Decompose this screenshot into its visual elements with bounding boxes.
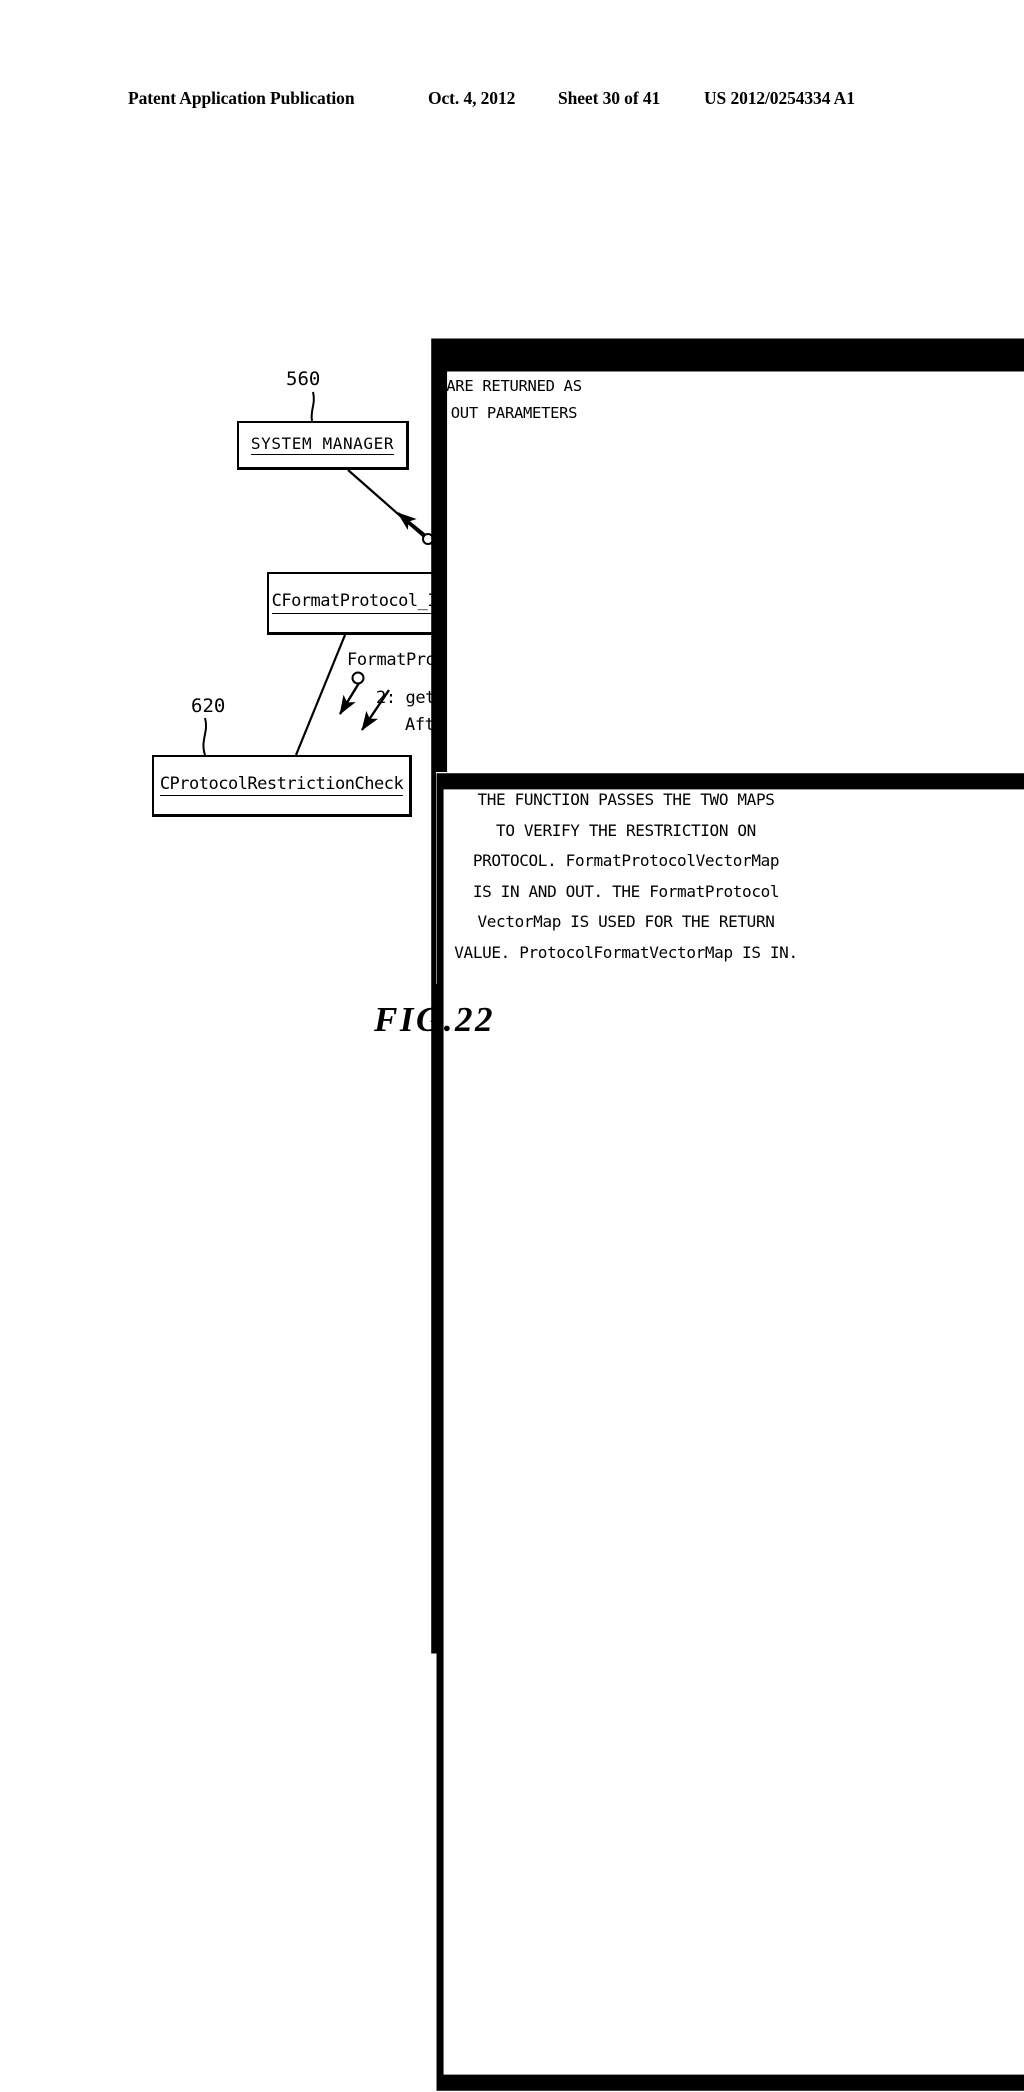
leader-line-560 <box>310 391 315 422</box>
note-line: VALUE. ProtocolFormatVectorMap IS IN. <box>454 942 798 962</box>
reference-numeral-560: 560 <box>286 368 321 390</box>
note-box-out-parameters: INT AND VECTOR ARE RETURNED AS OUT PARAM… <box>430 336 1024 1654</box>
note-line: VectorMap IS USED FOR THE RETURN <box>477 912 775 931</box>
class-box-restriction-check: CProtocolRestrictionCheck <box>152 755 412 817</box>
association-line-infobase-restrictioncheck <box>294 634 347 756</box>
note-line: THE FUNCTION PASSES THE TWO MAPS <box>477 790 775 809</box>
note-line: ARE RETURNED AS <box>446 377 582 395</box>
note-box-function-passes: THE FUNCTION PASSES THE TWO MAPS TO VERI… <box>436 772 1024 2091</box>
note-line: INT AND VECTOR <box>450 350 578 368</box>
figure-caption: FIG.22 <box>374 1000 495 1039</box>
figure-22-diagram: 560 600 620 SYSTEM MANAGER FormatProtoco… <box>0 0 1024 2091</box>
class-label-restriction-check: CProtocolRestrictionCheck <box>159 774 404 797</box>
reference-numeral-620: 620 <box>191 695 226 717</box>
note-function-passes-text: THE FUNCTION PASSES THE TWO MAPS TO VERI… <box>436 772 816 968</box>
note-out-parameters-text: INT AND VECTOR ARE RETURNED AS OUT PARAM… <box>430 336 598 427</box>
message-2-return-arrow <box>338 682 361 715</box>
message-2-return-ball <box>351 671 365 685</box>
note-function-passes-shape <box>436 773 1024 2091</box>
class-label-system-manager: SYSTEM MANAGER <box>250 435 395 456</box>
class-box-system-manager: SYSTEM MANAGER <box>237 421 409 470</box>
note-line: OUT PARAMETERS <box>450 404 578 422</box>
note-line: TO VERIFY THE RESTRICTION ON <box>496 820 756 840</box>
note-line: IS IN AND OUT. THE FormatProtocol <box>472 881 780 901</box>
note-line: PROTOCOL. FormatProtocolVectorMap <box>472 851 780 870</box>
leader-line-620 <box>202 717 207 756</box>
